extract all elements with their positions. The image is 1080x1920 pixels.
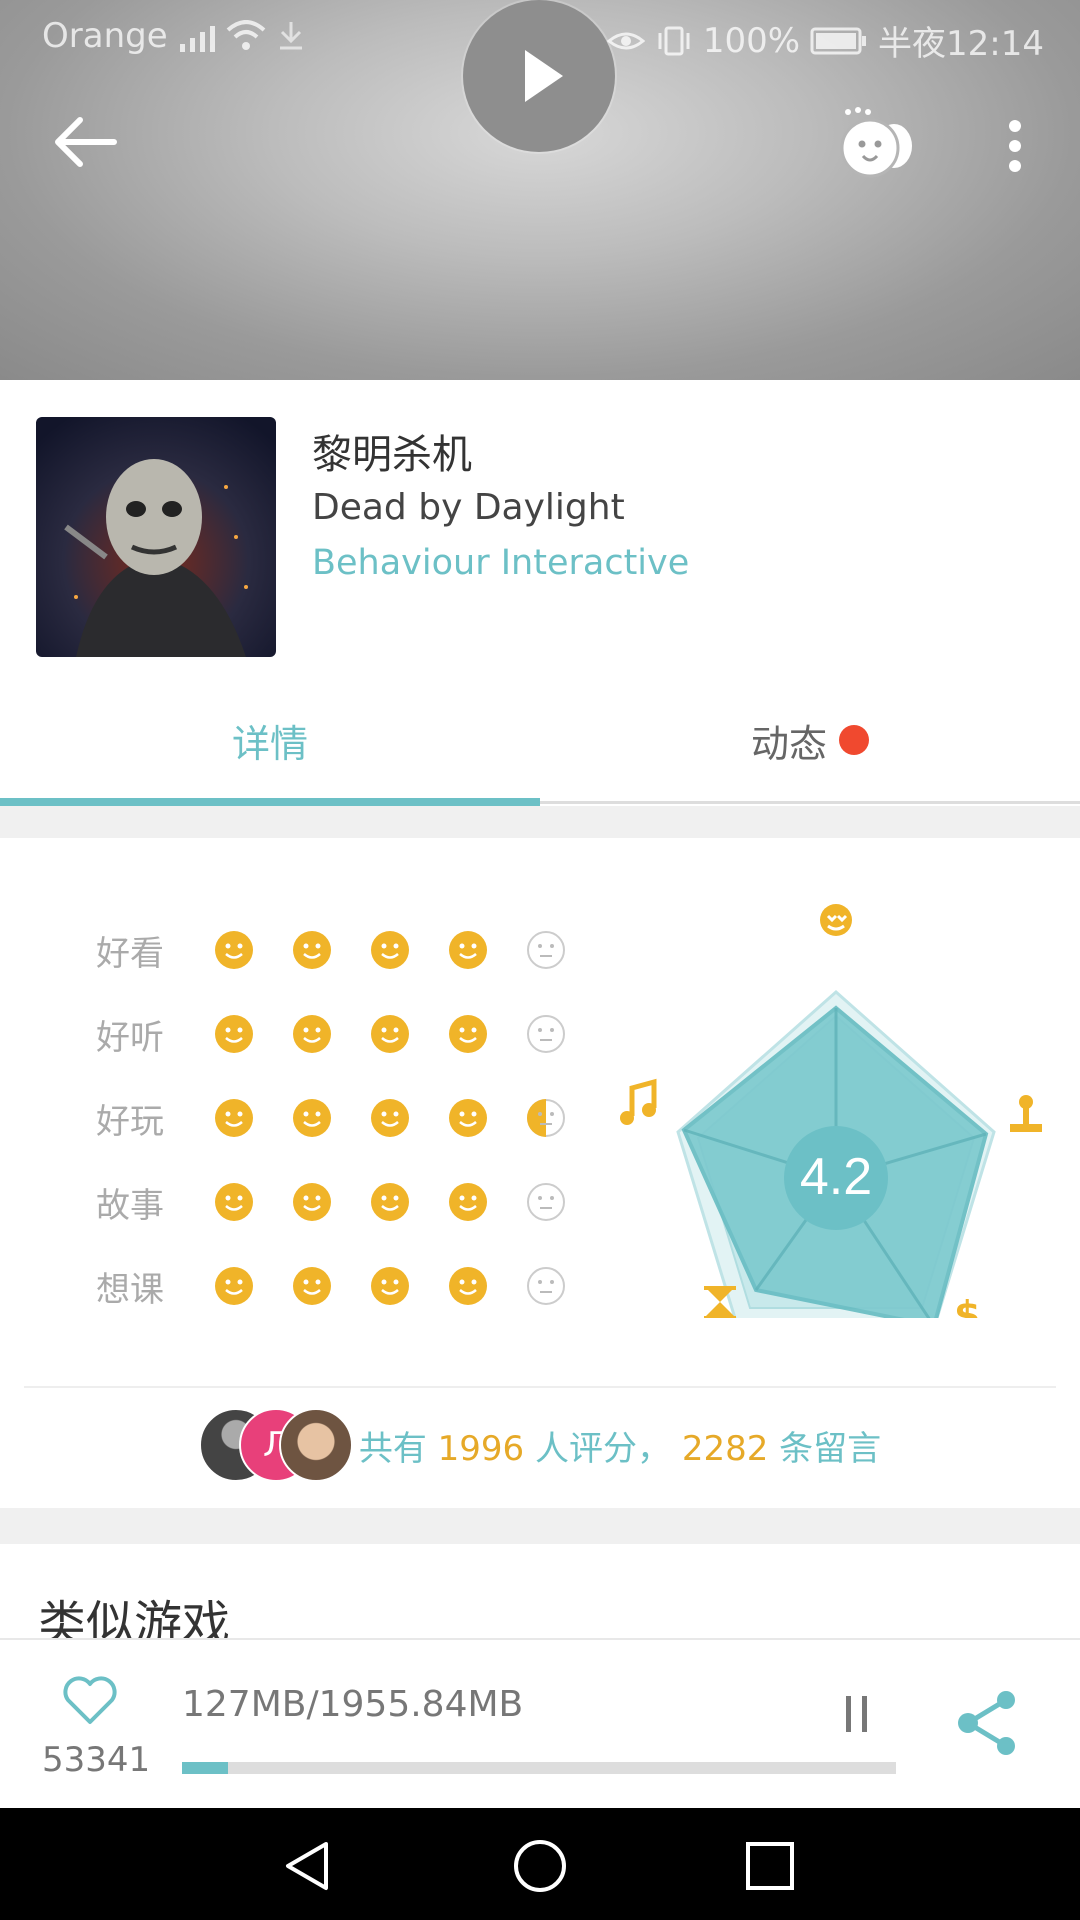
comment-count: 2282 [681, 1428, 769, 1469]
status-right: 100% 半夜12:14 [565, 16, 1044, 65]
tab-active-indicator [0, 798, 540, 806]
overall-score: 4.2 [800, 1148, 872, 1206]
share-icon[interactable] [954, 1690, 1020, 1756]
rating-label: 想课 [96, 1269, 164, 1310]
rating-label: 好看 [96, 933, 164, 974]
smile-face-icon [293, 1183, 331, 1221]
rating-label: 故事 [96, 1185, 164, 1226]
summary-text: 共有 1996 人评分， 2282 条留言 [358, 1428, 882, 1469]
smile-face-icon [215, 1267, 253, 1305]
tab-activity[interactable]: 动态 [540, 680, 1080, 800]
smile-face-icon [371, 1183, 409, 1221]
emoji-chat-icon[interactable] [836, 106, 916, 182]
tab-details[interactable]: 详情 [0, 680, 540, 800]
smile-face-icon [215, 1183, 253, 1221]
smile-face-icon [293, 1267, 331, 1305]
signal-icon [180, 22, 215, 52]
neutral-face-icon [527, 1267, 565, 1305]
smile-face-icon [293, 1015, 331, 1053]
game-title-en: Dead by Daylight [312, 487, 625, 528]
rating-row: 好玩 [96, 1088, 604, 1148]
smile-face-icon [449, 1183, 487, 1221]
rating-label: 好玩 [96, 1101, 164, 1142]
notification-badge [839, 725, 869, 755]
smile-face-icon [293, 1099, 331, 1137]
download-bar: 53341 127MB/1955.84MB [0, 1638, 1080, 1810]
smile-face-icon [449, 931, 487, 969]
smile-face-icon [371, 1099, 409, 1137]
section-gap [0, 806, 1080, 838]
smile-face-icon [215, 1099, 253, 1137]
smile-face-icon [371, 1267, 409, 1305]
like-count: 53341 [42, 1740, 151, 1780]
neutral-face-icon [527, 931, 565, 969]
download-icon [280, 22, 302, 50]
ratings-section: 好看 好听 好玩 故事 想课 4.2 $ Л 共有 1996 人评分， 2282… [0, 838, 1080, 1508]
rating-row: 想课 [96, 1256, 604, 1316]
carrier-label: Orange [42, 16, 168, 56]
back-icon[interactable] [50, 112, 120, 172]
rating-row: 故事 [96, 1172, 604, 1232]
smile-face-icon [215, 1015, 253, 1053]
play-icon [525, 50, 563, 102]
rater-avatars: Л [198, 1408, 353, 1482]
game-info: 黎明杀机 Dead by Daylight Behaviour Interact… [0, 380, 1080, 680]
smile-face-icon [215, 931, 253, 969]
game-title-cn: 黎明杀机 [312, 432, 472, 478]
download-progress [182, 1762, 896, 1774]
smile-face-icon [293, 931, 331, 969]
rating-radar-chart: 4.2 $ [620, 904, 1042, 1318]
heart-icon[interactable] [62, 1676, 118, 1726]
tab-details-label: 详情 [231, 721, 308, 766]
smile-face-icon [449, 1015, 487, 1053]
rater-count: 1996 [437, 1428, 525, 1469]
nav-recents-icon[interactable] [744, 1840, 796, 1892]
play-video-button[interactable] [463, 0, 615, 152]
game-cover-image [36, 417, 276, 657]
music-note-icon [620, 1078, 657, 1125]
smile-face-icon [371, 1015, 409, 1053]
rating-row: 好听 [96, 1004, 604, 1064]
pause-icon[interactable] [842, 1692, 872, 1736]
nav-back-icon[interactable] [282, 1838, 332, 1894]
rating-label: 好听 [96, 1017, 164, 1058]
more-vertical-icon[interactable] [1000, 118, 1030, 174]
tab-activity-label: 动态 [750, 721, 827, 766]
half-face-icon [527, 1099, 565, 1137]
dollar-icon: $ [954, 1293, 980, 1318]
download-size: 127MB/1955.84MB [182, 1684, 524, 1725]
download-progress-fill [182, 1762, 229, 1774]
vibrate-icon [658, 26, 690, 55]
rating-row: 好看 [96, 920, 604, 980]
joystick-icon [1010, 1095, 1042, 1132]
tab-bar: 详情 动态 [0, 680, 1080, 806]
battery-icon [810, 27, 867, 54]
avatar [278, 1408, 353, 1482]
smile-face-icon [371, 931, 409, 969]
nav-home-icon[interactable] [512, 1838, 568, 1894]
rating-summary[interactable]: Л 共有 1996 人评分， 2282 条留言 [0, 1408, 1080, 1482]
neutral-face-icon [527, 1015, 565, 1053]
clock: 半夜12:14 [878, 24, 1044, 64]
neutral-face-icon [527, 1183, 565, 1221]
smile-face-icon [449, 1267, 487, 1305]
developer-link[interactable]: Behaviour Interactive [312, 543, 689, 583]
system-nav-bar [0, 1808, 1080, 1920]
section-divider [24, 1386, 1056, 1388]
hero-banner: Orange 100% 半夜12:14 [0, 0, 1080, 380]
smile-face-icon [449, 1099, 487, 1137]
section-gap [0, 1508, 1080, 1544]
wifi-icon [226, 20, 266, 50]
love-face-icon [820, 904, 852, 936]
battery-percent: 100% [702, 20, 801, 61]
